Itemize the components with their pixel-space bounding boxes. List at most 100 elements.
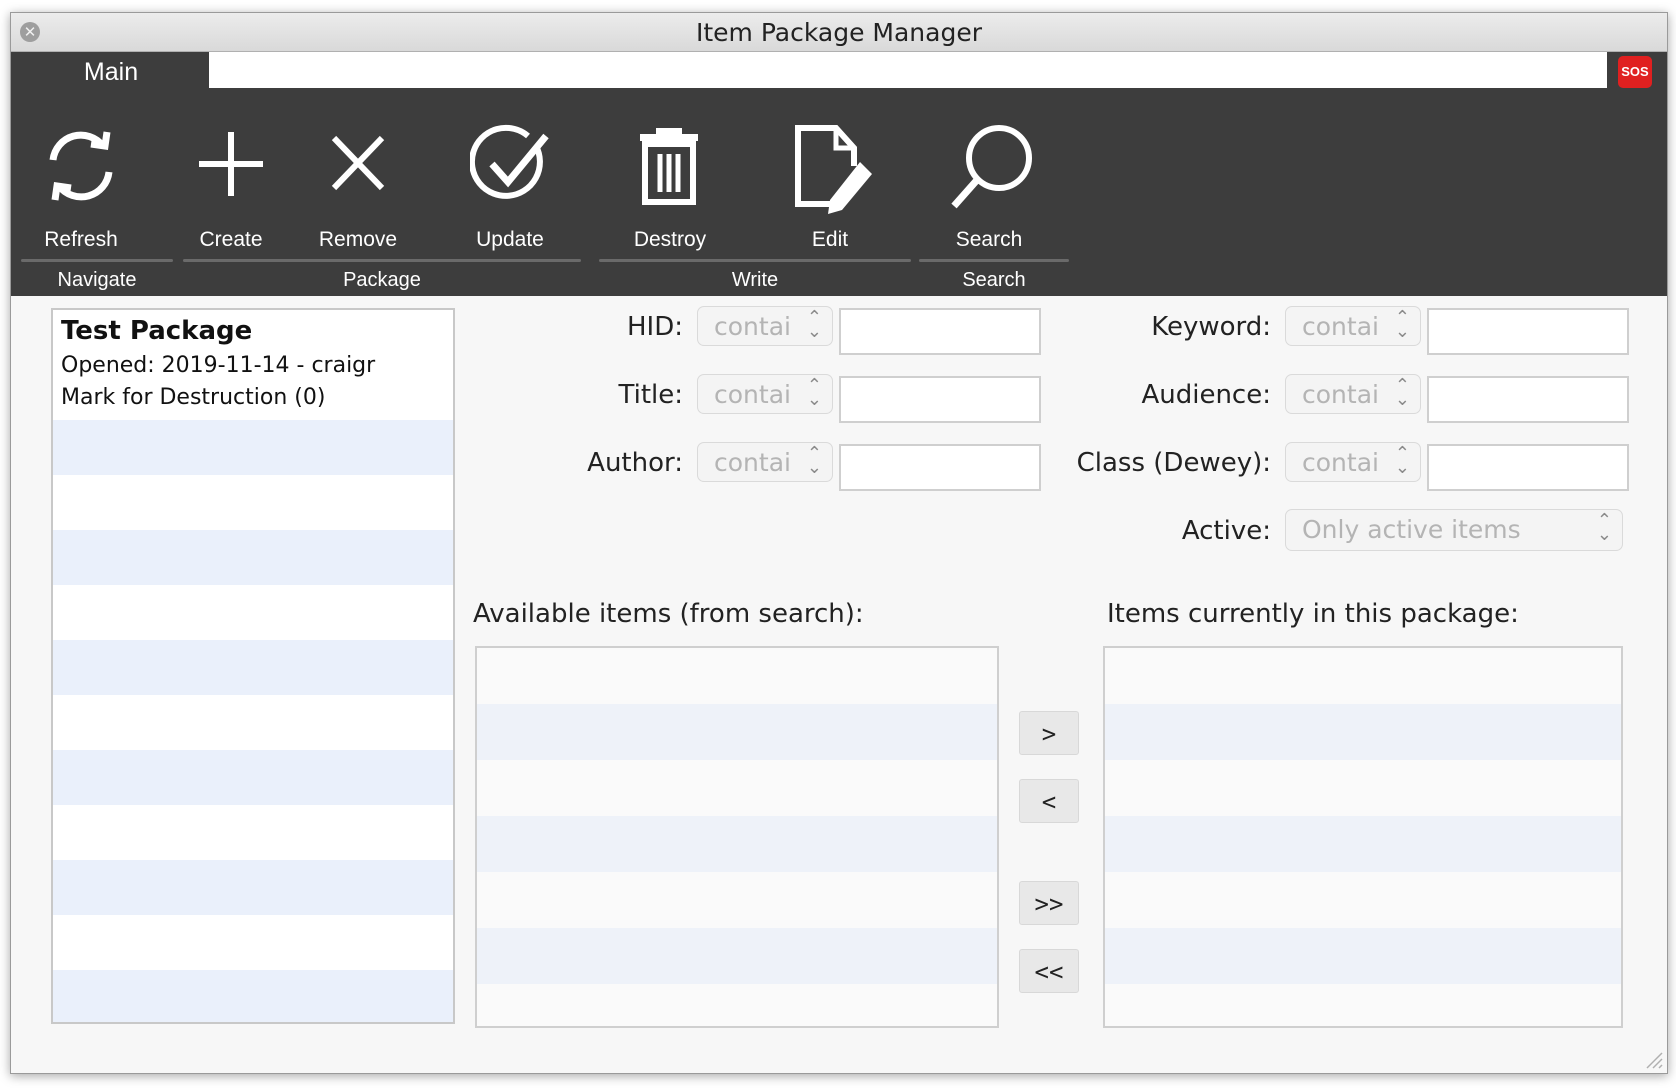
class-dewey-input[interactable] xyxy=(1427,444,1629,491)
chevron-updown-icon: ⌃ ⌄ xyxy=(1394,375,1410,410)
update-button[interactable]: Update xyxy=(445,110,575,251)
class-dewey-match-select[interactable]: contai ⌃ ⌄ xyxy=(1285,442,1421,482)
tab-main[interactable]: Main xyxy=(13,52,209,102)
group-navigate: Navigate xyxy=(21,259,173,295)
create-label: Create xyxy=(199,228,263,251)
keyword-match-select[interactable]: contai ⌃ ⌄ xyxy=(1285,306,1421,346)
package-list[interactable]: Test Package Opened: 2019-11-14 - craigr… xyxy=(51,308,455,1024)
search-button[interactable]: Search xyxy=(924,110,1054,251)
group-write: Write xyxy=(599,259,911,295)
list-item[interactable] xyxy=(53,970,453,1022)
list-item[interactable]: Test Package Opened: 2019-11-14 - craigr… xyxy=(53,310,453,420)
title-match-value: contai xyxy=(714,380,791,409)
title-bar: ✕ Item Package Manager xyxy=(11,13,1667,52)
available-items-title: Available items (from search): xyxy=(473,599,864,629)
search-label: Search xyxy=(955,228,1023,251)
list-item[interactable] xyxy=(53,585,453,640)
refresh-label: Refresh xyxy=(44,228,118,251)
group-package-label: Package xyxy=(343,269,421,291)
title-label: Title: xyxy=(618,380,683,410)
active-label: Active: xyxy=(1181,516,1271,546)
group-separator xyxy=(599,259,911,262)
class-dewey-label: Class (Dewey): xyxy=(1076,448,1271,478)
list-item[interactable] xyxy=(477,760,997,816)
chevron-updown-icon: ⌃ ⌄ xyxy=(1394,443,1410,478)
list-item[interactable] xyxy=(53,750,453,805)
list-item[interactable] xyxy=(53,640,453,695)
group-separator xyxy=(183,259,581,262)
refresh-icon xyxy=(49,131,113,201)
chevron-updown-icon: ⌃ ⌄ xyxy=(1596,510,1612,545)
list-item[interactable] xyxy=(477,648,997,704)
edit-button[interactable]: Edit xyxy=(765,110,895,251)
keyword-label: Keyword: xyxy=(1151,312,1271,342)
author-label: Author: xyxy=(587,448,683,478)
list-item[interactable] xyxy=(1105,872,1621,928)
chevron-updown-icon: ⌃ ⌄ xyxy=(1394,307,1410,342)
edit-label: Edit xyxy=(811,228,849,251)
title-match-select[interactable]: contai ⌃ ⌄ xyxy=(697,374,833,414)
list-item[interactable] xyxy=(53,860,453,915)
add-all-button[interactable]: >> xyxy=(1019,881,1079,925)
list-item[interactable] xyxy=(477,984,997,1026)
list-item[interactable] xyxy=(477,704,997,760)
author-match-select[interactable]: contai ⌃ ⌄ xyxy=(697,442,833,482)
list-item[interactable] xyxy=(53,475,453,530)
hid-match-select[interactable]: contai ⌃ ⌄ xyxy=(697,306,833,346)
list-item[interactable] xyxy=(1105,928,1621,984)
list-item[interactable] xyxy=(477,872,997,928)
refresh-button[interactable]: Refresh xyxy=(16,110,146,251)
list-item[interactable] xyxy=(1105,760,1621,816)
group-package: Package xyxy=(183,259,581,295)
toolbar: Refresh Create Remove Update Destroy Edi… xyxy=(11,102,1667,296)
list-item[interactable] xyxy=(477,928,997,984)
package-opened: Opened: 2019-11-14 - craigr xyxy=(61,353,376,378)
active-select-value: Only active items xyxy=(1302,515,1521,544)
list-item[interactable] xyxy=(53,530,453,585)
list-item[interactable] xyxy=(1105,816,1621,872)
hid-input[interactable] xyxy=(839,308,1041,355)
sos-button[interactable]: SOS xyxy=(1618,56,1652,88)
list-item[interactable] xyxy=(1105,704,1621,760)
package-mark-destruction: Mark for Destruction (0) xyxy=(61,385,326,410)
audience-match-select[interactable]: contai ⌃ ⌄ xyxy=(1285,374,1421,414)
list-item[interactable] xyxy=(53,420,453,475)
group-search: Search xyxy=(919,259,1069,295)
keyword-input[interactable] xyxy=(1427,308,1629,355)
plus-icon xyxy=(199,132,263,196)
search-icon xyxy=(951,125,1032,209)
list-item[interactable] xyxy=(53,695,453,750)
current-items-title: Items currently in this package: xyxy=(1107,599,1519,629)
available-items-list[interactable] xyxy=(475,646,999,1028)
author-input[interactable] xyxy=(839,444,1041,491)
group-search-label: Search xyxy=(962,269,1026,291)
audience-match-value: contai xyxy=(1302,380,1379,409)
edit-document-icon xyxy=(795,125,872,214)
list-item[interactable] xyxy=(1105,648,1621,704)
hid-label: HID: xyxy=(627,312,683,342)
add-one-button[interactable]: > xyxy=(1019,711,1079,755)
chevron-updown-icon: ⌃ ⌄ xyxy=(806,307,822,342)
list-item[interactable] xyxy=(477,816,997,872)
remove-button[interactable]: Remove xyxy=(293,110,423,251)
list-item[interactable] xyxy=(53,805,453,860)
audience-input[interactable] xyxy=(1427,376,1629,423)
tab-bar: Main SOS xyxy=(11,52,1667,102)
create-button[interactable]: Create xyxy=(166,110,296,251)
destroy-label: Destroy xyxy=(633,228,707,251)
destroy-button[interactable]: Destroy xyxy=(605,110,735,251)
remove-one-button[interactable]: < xyxy=(1019,779,1079,823)
group-separator xyxy=(919,259,1069,262)
chevron-updown-icon: ⌃ ⌄ xyxy=(806,443,822,478)
resize-grip-icon[interactable] xyxy=(1643,1049,1663,1069)
remove-all-button[interactable]: << xyxy=(1019,949,1079,993)
package-name: Test Package xyxy=(61,316,253,346)
app-window: ✕ Item Package Manager Main SOS Refresh … xyxy=(10,12,1668,1074)
title-input[interactable] xyxy=(839,376,1041,423)
list-item[interactable] xyxy=(53,915,453,970)
chevron-updown-icon: ⌃ ⌄ xyxy=(806,375,822,410)
current-items-list[interactable] xyxy=(1103,646,1623,1028)
active-select[interactable]: Only active items ⌃ ⌄ xyxy=(1285,509,1623,551)
list-item[interactable] xyxy=(1105,984,1621,1026)
hid-match-value: contai xyxy=(714,312,791,341)
